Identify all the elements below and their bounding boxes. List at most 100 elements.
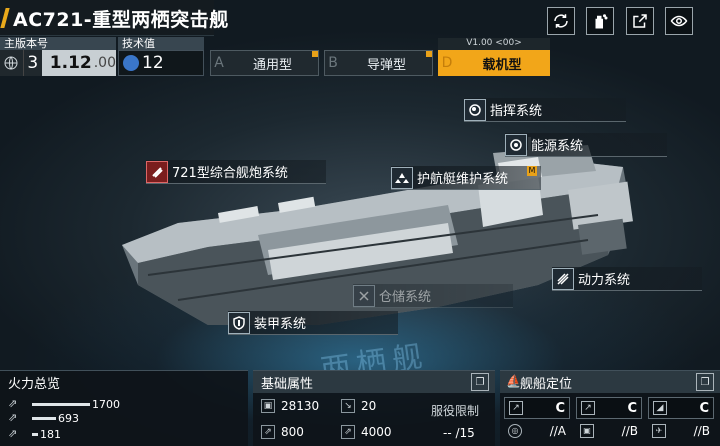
sub-grade: B xyxy=(629,424,638,438)
aircraft-icon: ✈ xyxy=(652,424,666,438)
fire-value: 693 xyxy=(58,411,79,425)
role-cell-2: ↗ C xyxy=(576,397,642,419)
attr-hp: ▣ 28130 xyxy=(261,399,319,413)
strike-icon: ↗ xyxy=(581,401,595,415)
system-storage[interactable]: 仓储系统 xyxy=(353,284,513,308)
version-sub: .00 xyxy=(93,55,116,71)
weapon-icon: ⇗ xyxy=(8,397,18,410)
fire-bar xyxy=(32,416,56,420)
refresh-icon xyxy=(554,14,568,28)
weapon-icon: ⇗ xyxy=(8,427,18,440)
spray-icon xyxy=(595,14,608,29)
sub-role-1: ◎ //A xyxy=(504,421,570,441)
tech-box: 12 xyxy=(118,50,204,76)
version-label: 主版本号 xyxy=(0,37,116,50)
version-number: 1.12 xyxy=(49,53,92,73)
system-escort[interactable]: 护航艇维护系统 M xyxy=(391,166,541,190)
command-icon xyxy=(464,98,486,121)
panel-title: 火力总览 xyxy=(8,377,61,392)
hp-icon: ▣ xyxy=(261,399,275,413)
tab-label: 载机型 xyxy=(482,57,522,73)
energy-icon xyxy=(505,133,527,156)
view-button[interactable] xyxy=(665,7,693,35)
fire-bar xyxy=(32,402,90,406)
active-tab-version: V1.00 <00> xyxy=(438,38,550,50)
power-icon xyxy=(552,267,574,290)
sub-grade: B xyxy=(701,424,710,438)
role-grade: C xyxy=(627,400,637,416)
system-armor[interactable]: 装甲系统 xyxy=(228,311,398,335)
sub-prefix: // xyxy=(693,424,702,438)
storage-icon xyxy=(353,284,375,307)
system-label: 仓储系统 xyxy=(379,290,432,305)
tab-marker xyxy=(426,51,432,57)
tab-general[interactable]: A 通用型 xyxy=(210,50,319,76)
fire-bar xyxy=(32,432,38,436)
tab-missile[interactable]: B 导弹型 xyxy=(324,50,433,76)
service-limit-value: -- /15 xyxy=(443,426,475,440)
module-badge: M xyxy=(527,166,537,176)
service-limit-label: 服役限制 xyxy=(431,404,480,418)
assault-icon: ↗ xyxy=(509,401,523,415)
attr-value: 4000 xyxy=(361,425,392,439)
customize-button[interactable] xyxy=(586,7,614,35)
eye-icon xyxy=(670,15,688,27)
fire-row-2: ⇗ 693 xyxy=(8,411,79,425)
copy-button[interactable]: ❐ xyxy=(696,373,714,391)
positioning-panel: ⛵ 舰船定位 ❐ ↗ C ↗ C ◢ C ◎//A ▣//B ✈//B xyxy=(500,370,720,446)
missile-icon xyxy=(146,160,168,183)
fire-row-3: ⇗ 181 xyxy=(8,427,61,441)
fire-row-1: ⇗ 1700 xyxy=(8,397,120,411)
tab-label: 通用型 xyxy=(252,57,292,73)
role-cell-3: ◢ C xyxy=(648,397,714,419)
system-label: 能源系统 xyxy=(531,139,584,154)
tech-value: 12 xyxy=(142,53,164,73)
sub-role-3: ✈ //B xyxy=(648,421,714,441)
copy-button[interactable]: ❐ xyxy=(471,373,489,391)
ship-title: AC721-重型两栖突击舰 xyxy=(13,9,229,31)
weapon-icon: ⇗ xyxy=(8,411,18,424)
defense-icon: ▣ xyxy=(580,424,594,438)
system-label: 721型综合舰炮系统 xyxy=(172,166,288,181)
copy-icon: ❐ xyxy=(700,376,710,388)
tab-letter: D xyxy=(441,55,453,71)
system-power[interactable]: 动力系统 xyxy=(552,267,702,291)
system-gun[interactable]: 721型综合舰炮系统 xyxy=(146,160,326,184)
tab-letter: B xyxy=(328,55,338,71)
role-cell-1: ↗ C xyxy=(504,397,570,419)
support-icon: ◢ xyxy=(653,401,667,415)
shield-icon xyxy=(228,311,250,334)
fire-value: 1700 xyxy=(92,397,120,411)
role-grade: C xyxy=(699,400,709,416)
sub-role-2: ▣ //B xyxy=(576,421,642,441)
attr-value: 20 xyxy=(361,399,377,413)
tech-label: 技术值 xyxy=(118,37,204,50)
tab-carrier[interactable]: D 载机型 xyxy=(438,50,550,76)
target-icon: ◎ xyxy=(508,424,522,438)
system-label: 装甲系统 xyxy=(254,317,307,332)
role-grade: C xyxy=(555,400,565,416)
tab-letter: A xyxy=(214,55,224,71)
version-box: 3 1.12 .00 xyxy=(0,50,116,76)
system-label: 护航艇维护系统 xyxy=(417,172,509,187)
version-major: 3 xyxy=(22,50,42,76)
copy-icon: ❐ xyxy=(475,376,485,388)
attr-speed: ⇗ 800 xyxy=(261,425,304,439)
game-screen: 两栖舰 AC721-重型两栖突击舰 主版本号 3 1.12 .00 技术值 12… xyxy=(0,0,720,446)
fire-value: 181 xyxy=(40,427,61,441)
tech-icon xyxy=(123,55,139,71)
sub-prefix: // xyxy=(621,424,630,438)
system-command[interactable]: 指挥系统 xyxy=(464,98,626,122)
base-attrs-panel: 基础属性 ❐ ▣ 28130 ↘ 20 ⇗ 800 ⇗ 4000 服役限制 -- /15 xyxy=(253,370,495,446)
tab-marker xyxy=(312,51,318,57)
armor-icon: ↘ xyxy=(341,399,355,413)
panel-title: 舰船定位 xyxy=(520,377,573,392)
escort-icon xyxy=(391,166,413,189)
system-label: 动力系统 xyxy=(578,273,631,288)
attr-value: 800 xyxy=(281,425,304,439)
system-energy[interactable]: 能源系统 xyxy=(505,133,667,157)
share-button[interactable] xyxy=(626,7,654,35)
refresh-button[interactable] xyxy=(547,7,575,35)
sub-prefix: // xyxy=(549,424,558,438)
sub-grade: A xyxy=(557,424,566,438)
